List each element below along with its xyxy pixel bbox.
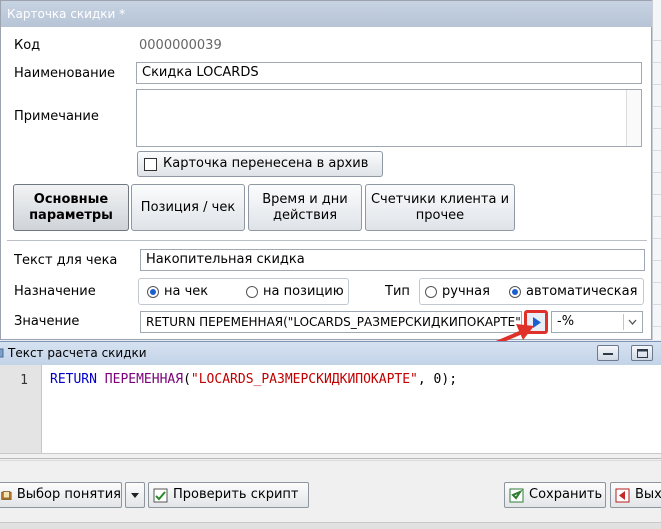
type-option-manual: ручная	[442, 284, 490, 299]
tab-main-params[interactable]: Основные параметры	[13, 184, 129, 231]
save-icon	[509, 488, 524, 502]
check-script-button[interactable]: Проверить скрипт	[148, 482, 309, 508]
note-label: Примечание	[14, 109, 99, 124]
archive-checkbox[interactable]	[144, 157, 157, 171]
script-toolbar: Выбор понятия Проверить скрипт Сохранить…	[0, 479, 661, 516]
receipt-text-label: Текст для чека	[14, 253, 118, 268]
script-window-titlebar: Текст расчета скидки	[0, 341, 661, 365]
editor-separator	[0, 458, 661, 459]
window-icon	[0, 348, 4, 358]
purpose-option-position: на позицию	[263, 284, 344, 299]
card-title: Карточка скидки *	[1, 1, 653, 27]
type-radio-automatic[interactable]	[509, 286, 521, 298]
name-field[interactable]: Скидка LOCARDS	[136, 62, 642, 84]
code-string: "LOCARDS_РАЗМЕРСКИДКИПОКАРТЕ"	[190, 372, 418, 387]
script-editor-window: Текст расчета скидки 1 RETURN ПЕРЕМЕННАЯ…	[0, 341, 661, 529]
minimize-icon	[603, 353, 613, 355]
script-window-title: Текст расчета скидки	[8, 346, 147, 360]
check-script-label: Проверить скрипт	[173, 487, 299, 502]
purpose-label: Назначение	[14, 284, 96, 299]
tab-client-counters-label: Счетчики клиента и прочее	[370, 191, 510, 223]
line-number: 1	[20, 373, 28, 388]
code-rest: , 0);	[417, 372, 458, 387]
background-grid-strip	[652, 0, 661, 340]
tab-time-days[interactable]: Время и дни действия	[248, 184, 362, 231]
maximize-icon	[637, 349, 648, 358]
value-label: Значение	[14, 314, 80, 329]
type-label: Тип	[385, 284, 410, 299]
archive-checkbox-button[interactable]: Карточка перенесена в архив	[137, 151, 383, 177]
chevron-down-icon[interactable]	[623, 314, 640, 330]
receipt-text-field[interactable]: Накопительная скидка	[140, 249, 645, 271]
type-option-automatic: автоматическая	[526, 284, 638, 299]
code-editor[interactable]: 1 RETURN ПЕРЕМЕННАЯ("LOCARDS_РАЗМЕРСКИДК…	[0, 365, 661, 454]
save-button[interactable]: Сохранить	[504, 482, 606, 508]
line-number-gutter: 1	[0, 365, 42, 453]
choose-concept-dropdown[interactable]	[125, 482, 145, 508]
tab-client-counters[interactable]: Счетчики клиента и прочее	[365, 184, 515, 231]
save-label: Сохранить	[529, 487, 603, 502]
name-label: Наименование	[14, 66, 116, 81]
maximize-button[interactable]	[631, 345, 653, 361]
purpose-option-receipt: на чек	[164, 284, 209, 299]
note-field[interactable]	[136, 89, 642, 147]
type-radio-manual[interactable]	[425, 286, 437, 298]
tab-main-params-label: Основные параметры	[29, 191, 113, 223]
note-scrollbar[interactable]	[626, 90, 641, 146]
exit-label: Вых	[635, 487, 661, 502]
value-unit-select[interactable]: -%	[551, 311, 643, 333]
tab-time-days-label: Время и дни действия	[262, 191, 348, 223]
tab-position-receipt-label: Позиция / чек	[140, 199, 236, 215]
tab-position-receipt[interactable]: Позиция / чек	[131, 184, 245, 231]
exit-icon	[615, 488, 630, 502]
purpose-radio-position[interactable]	[246, 286, 258, 298]
choose-concept-button[interactable]: Выбор понятия	[0, 482, 122, 508]
code-label: Код	[14, 38, 41, 53]
code-keyword: RETURN	[50, 372, 97, 387]
value-unit-text: -%	[557, 314, 575, 329]
code-paren: (	[183, 372, 191, 387]
book-icon	[1, 490, 12, 500]
purpose-radio-receipt[interactable]	[147, 286, 159, 298]
archive-label: Карточка перенесена в архив	[163, 156, 369, 171]
exit-button[interactable]: Вых	[610, 482, 661, 508]
caret-down-icon	[131, 492, 139, 498]
code-function: ПЕРЕМЕННАЯ	[104, 372, 184, 387]
minimize-button[interactable]	[597, 345, 619, 361]
code-line[interactable]: RETURN ПЕРЕМЕННАЯ("LOCARDS_РАЗМЕРСКИДКИП…	[50, 372, 457, 387]
purpose-radio-group: на чек на позицию	[138, 278, 349, 305]
divider	[7, 240, 647, 241]
code-value: 0000000039	[139, 38, 222, 53]
choose-concept-label: Выбор понятия	[16, 487, 121, 502]
type-radio-group: ручная автоматическая	[419, 278, 644, 305]
discount-card-window: Карточка скидки * Код 0000000039 Наимено…	[0, 0, 653, 340]
editor-separator-light	[0, 460, 661, 461]
check-script-icon	[153, 488, 168, 502]
